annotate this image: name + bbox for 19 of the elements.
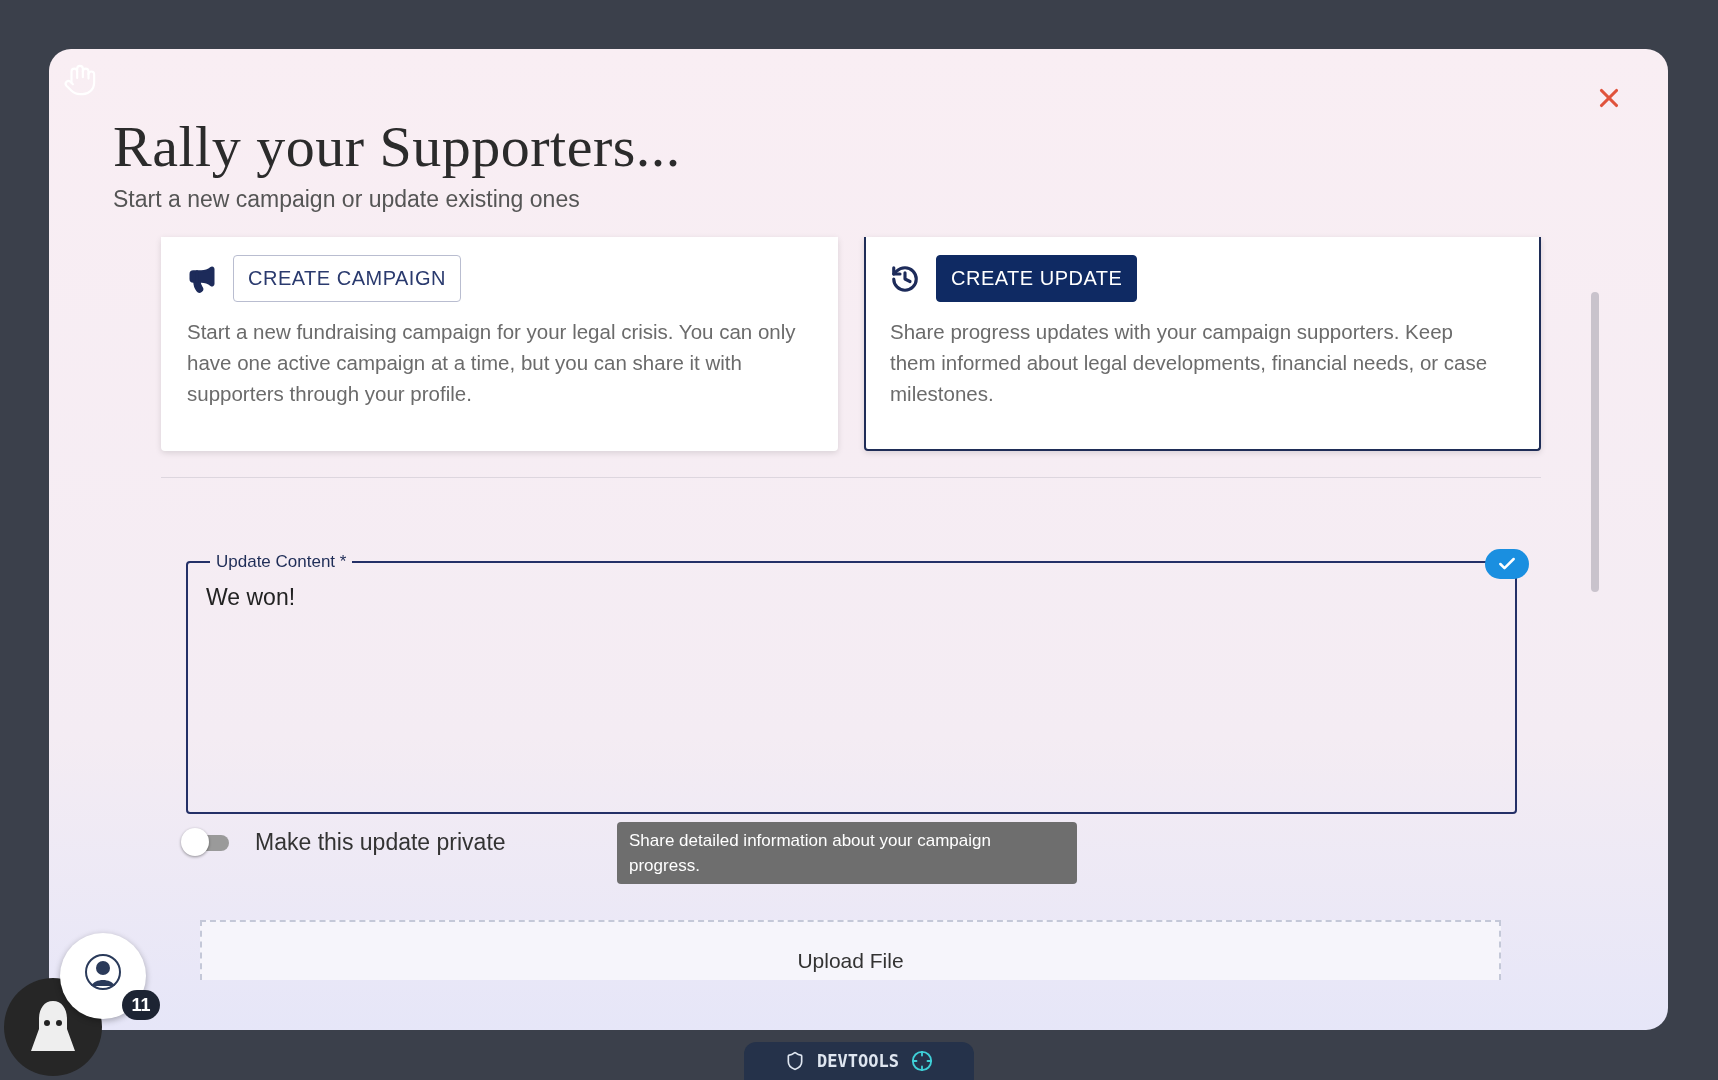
update-content-field[interactable]: Update Content * We won!	[186, 552, 1517, 814]
option-description: Share progress updates with your campaign supporters. Keep them informed about legal developments, financial needs, or case milestones.	[890, 319, 1489, 407]
upload-file-dropzone[interactable]: Upload File	[200, 920, 1501, 980]
dialog-subtitle: Start a new campaign or update existing ones	[113, 186, 581, 213]
shield-icon	[785, 1051, 806, 1071]
field-label: Update Content *	[215, 552, 348, 572]
option-button[interactable]: CREATE UPDATE	[936, 255, 1138, 302]
devtools-tab[interactable]: DEVTOOLS	[744, 1042, 974, 1080]
tooltip: Share detailed information about your campaign progress.	[617, 822, 1077, 884]
option-description: Start a new fundraising campaign for your legal crisis. You can only have one active campaign at a time, but you can share it with supporters through your profile.	[187, 319, 796, 407]
check-icon	[1485, 549, 1529, 579]
crosshair-icon	[910, 1050, 933, 1072]
option-card[interactable]: CREATE CAMPAIGN Start a new fundraising campaign for your legal crisis. You can only have one active campaign at a time, but you can share it with supporters through your profile.	[161, 237, 838, 451]
option-button[interactable]: CREATE CAMPAIGN	[233, 255, 461, 302]
switch-label: Make this update private	[255, 828, 506, 856]
field-value: We won!	[206, 584, 297, 611]
dialog-title: Rally your Supporters...	[113, 113, 681, 180]
option-card[interactable]: CREATE UPDATE Share progress updates with your campaign supporters. Keep them informed about legal developments, financial needs, or case milestones.	[864, 237, 1541, 451]
history-icon	[890, 263, 920, 294]
